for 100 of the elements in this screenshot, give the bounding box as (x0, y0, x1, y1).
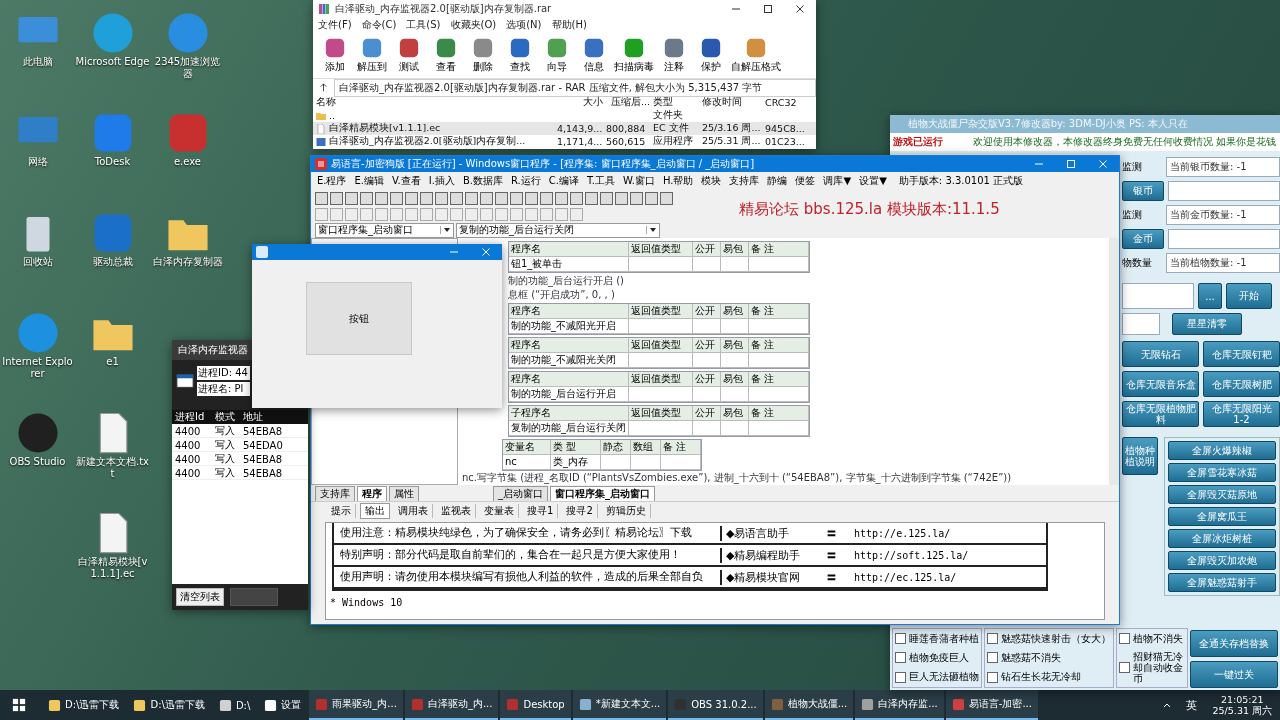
panel-tab[interactable]: 程序 (357, 486, 387, 501)
desktop-icon-label[interactable]: 白泽精易模块[v1.1.1].ec (75, 556, 150, 579)
menu-item[interactable]: 帮助(H) (551, 18, 587, 32)
tool-icon[interactable] (570, 191, 583, 205)
start-button[interactable]: 开始 (1226, 283, 1272, 309)
tool-icon[interactable] (465, 191, 478, 205)
trainer-button[interactable]: 仓库无限钉耙 (1203, 341, 1280, 367)
checkbox[interactable]: 巨人无法砸植物 (895, 670, 979, 685)
tool-icon[interactable] (555, 191, 568, 205)
tool-icon[interactable] (540, 191, 553, 205)
tool-icon[interactable] (585, 191, 598, 205)
tool-icon[interactable] (435, 191, 448, 205)
taskbar-item[interactable]: 设置 (258, 690, 308, 720)
tool-icon[interactable] (360, 191, 373, 205)
output-tab[interactable]: 监视表 (437, 504, 476, 518)
checkbox[interactable]: 睡莲香蒲者种植 (895, 631, 979, 646)
desktop-icon-label[interactable]: e.exe (150, 156, 225, 168)
tool-icon[interactable] (510, 191, 523, 205)
desktop-icon-label[interactable]: 2345加速浏览器 (150, 56, 225, 79)
menu-item[interactable]: 收藏夹(O) (450, 18, 497, 32)
column-header[interactable]: CRC32 (765, 97, 811, 108)
tool-icon[interactable] (420, 191, 433, 205)
up-arrow-icon[interactable] (319, 83, 328, 92)
checkbox[interactable]: 魅惑菇不消失 (987, 651, 1111, 665)
menu-item[interactable]: 便签 (795, 174, 816, 188)
tool-icon[interactable] (645, 191, 658, 205)
path-field[interactable]: 白泽驱动_内存监视器2.0[驱动版]内存复制器.rar - RAR 压缩文件, 解包大小为 5,315,437 字节 (334, 78, 816, 97)
desktop-icon-label[interactable]: 驱动总裁 (75, 256, 150, 268)
trainer-button[interactable]: 仓库无限树肥 (1203, 371, 1280, 397)
input-method-indicator[interactable]: 英 (1179, 697, 1203, 713)
tool-icon[interactable] (630, 191, 643, 205)
trainer-button[interactable]: 全屏魅惑菇射手 (1168, 573, 1276, 592)
tool-icon[interactable] (480, 191, 493, 205)
toolbar-button[interactable]: 添加 (317, 32, 353, 78)
panel-tab[interactable]: 支持库 (315, 486, 355, 501)
trainer-button[interactable]: 仓库无限植物肥料 (1122, 401, 1199, 427)
desktop-icon-label[interactable]: e1 (75, 356, 150, 368)
column-header[interactable]: 进程Id (175, 410, 213, 424)
trainer-button[interactable]: 植物种植说明 (1122, 437, 1158, 475)
menu-item[interactable]: R.运行 (510, 174, 541, 188)
trainer-button[interactable]: 全屏窝瓜王 (1168, 507, 1276, 526)
column-header[interactable]: 地址 (243, 410, 305, 424)
menu-item[interactable]: 设置▼ (859, 174, 887, 188)
tool-icon[interactable] (600, 191, 613, 205)
windows-logo-icon[interactable] (12, 698, 26, 712)
menu-item[interactable]: 调库▼ (823, 174, 852, 188)
trainer-button[interactable]: 金币 (1122, 229, 1164, 249)
menu-item[interactable]: 工具(S) (406, 18, 441, 32)
toolbar-button[interactable]: 解压到 (354, 32, 390, 78)
trainer-button[interactable]: 星星清零 (1172, 313, 1242, 335)
editor-tab[interactable]: 窗口程序集_启动窗口 (550, 486, 655, 501)
menu-item[interactable]: W.窗口 (623, 174, 655, 188)
panel-tab[interactable]: 属性 (389, 486, 419, 501)
desktop-icon-label[interactable]: ToDesk (75, 156, 150, 168)
input-field[interactable]: 进程ID: 44 (197, 366, 250, 380)
menu-item[interactable]: 静编 (767, 174, 788, 188)
scrollbar[interactable] (1109, 238, 1119, 485)
toolbar-button[interactable]: 删除 (465, 32, 501, 78)
column-header[interactable]: 压缩后... (606, 96, 650, 109)
tool-icon[interactable] (525, 191, 538, 205)
taskbar-item[interactable]: 易语言-加密... (945, 690, 1038, 720)
tool-icon[interactable] (615, 191, 628, 205)
tool-icon[interactable] (330, 191, 343, 205)
output-tab[interactable]: 调用表 (394, 504, 433, 518)
output-tab[interactable]: 搜寻2 (562, 504, 598, 518)
tool-icon[interactable] (345, 191, 358, 205)
trainer-button[interactable]: 银币 (1122, 181, 1164, 201)
tool-icon[interactable] (660, 191, 673, 205)
desktop-icon-label[interactable]: 此电脑 (0, 56, 75, 68)
editor-tab[interactable]: _启动窗口 (493, 486, 548, 501)
checkbox[interactable]: 魅惑菇快速射击（女大） (987, 631, 1111, 646)
file-row[interactable]: .. 文件夹 (313, 109, 816, 122)
menu-item[interactable]: C.编译 (548, 174, 579, 188)
menu-item[interactable]: I.插入 (428, 174, 455, 188)
input-field[interactable] (1122, 313, 1160, 335)
toolbar-button[interactable]: 测试 (391, 32, 427, 78)
tool-icon[interactable] (375, 191, 388, 205)
taskbar-item[interactable]: Desktop (500, 690, 571, 720)
trainer-button[interactable]: 全屏毁灭加农炮 (1168, 551, 1276, 570)
trainer-button[interactable]: 全屏火爆辣椒 (1168, 441, 1276, 460)
toolbar-button[interactable]: 自解压格式 (730, 32, 782, 78)
toolbar-button[interactable]: 扫描病毒 (613, 32, 655, 78)
menu-item[interactable]: V.查看 (392, 174, 421, 188)
tool-icon[interactable] (495, 191, 508, 205)
menu-item[interactable]: 文件(F) (318, 18, 352, 32)
trainer-button[interactable]: 全通关存档替换 (1190, 630, 1278, 657)
toolbar-button[interactable]: 查看 (428, 32, 464, 78)
menu-item[interactable]: E.程序 (317, 174, 347, 188)
tool-icon[interactable] (450, 191, 463, 205)
trainer-button[interactable]: 全屏毁灭菇原地 (1168, 485, 1276, 504)
taskbar-item[interactable]: D:\迅雷下载 (42, 690, 126, 720)
column-header[interactable]: 大小 (557, 96, 603, 109)
desktop-icon-label[interactable]: 白泽内存复制器 (150, 256, 225, 268)
taskbar-item[interactable]: 白泽内存监... (855, 690, 944, 720)
toolbar-button[interactable]: 保护 (693, 32, 729, 78)
trainer-button[interactable]: 无限钻石 (1122, 341, 1199, 367)
menu-item[interactable]: 模块 (701, 174, 722, 188)
close-icon[interactable] (795, 4, 805, 14)
trainer-button[interactable]: 全屏雪花寒冰菇 (1168, 463, 1276, 482)
taskbar-item[interactable]: *新建文本文... (572, 690, 667, 720)
